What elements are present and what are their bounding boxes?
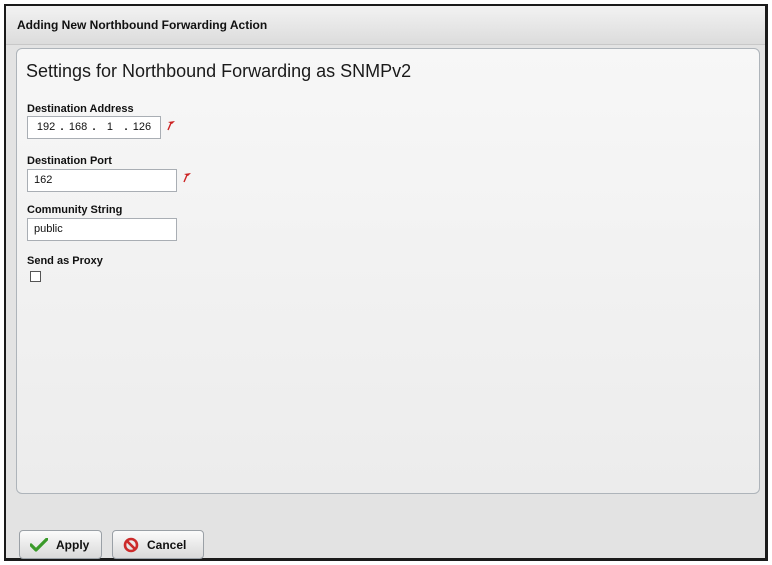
send-as-proxy-label: Send as Proxy [27, 255, 103, 267]
send-as-proxy-checkbox[interactable] [30, 271, 41, 282]
cancel-label: Cancel [147, 537, 187, 552]
dialog-window: Adding New Northbound Forwarding Action … [4, 4, 768, 561]
ip-octet-1[interactable]: 192 [32, 117, 60, 138]
destination-port-label: Destination Port [27, 155, 112, 167]
required-marker-icon [167, 121, 175, 131]
community-string-field[interactable]: public [27, 218, 177, 241]
settings-panel: Settings for Northbound Forwarding as SN… [16, 48, 760, 494]
checkmark-icon [30, 537, 48, 552]
destination-address-label: Destination Address [27, 103, 134, 115]
destination-address-field[interactable]: 192 . 168 . 1 . 126 [27, 116, 161, 139]
community-string-label: Community String [27, 204, 123, 216]
dialog-title: Adding New Northbound Forwarding Action [17, 18, 268, 32]
cancel-icon [123, 537, 139, 552]
ip-octet-4[interactable]: 126 [128, 117, 156, 138]
panel-heading: Settings for Northbound Forwarding as SN… [26, 61, 412, 81]
required-marker-icon [183, 173, 191, 183]
ip-octet-3[interactable]: 1 [96, 117, 124, 138]
apply-button[interactable]: Apply [19, 530, 102, 559]
dialog-titlebar: Adding New Northbound Forwarding Action [6, 6, 765, 45]
apply-label: Apply [56, 537, 90, 552]
ip-octet-2[interactable]: 168 [64, 117, 92, 138]
destination-port-field[interactable]: 162 [27, 169, 177, 192]
cancel-button[interactable]: Cancel [112, 530, 204, 559]
